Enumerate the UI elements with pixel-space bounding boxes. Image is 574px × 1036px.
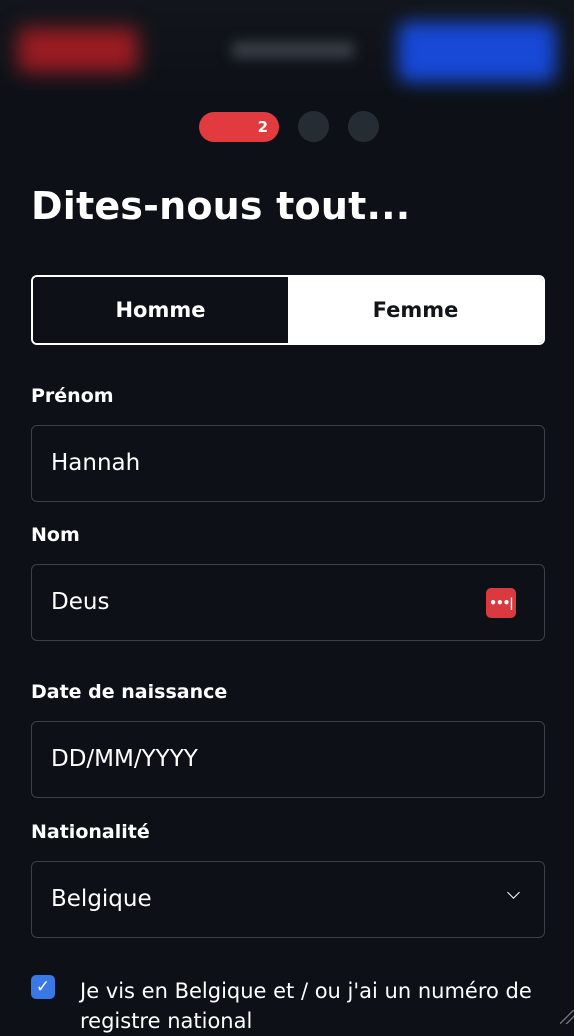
chevron-down-icon <box>507 886 520 899</box>
nationality-label: Nationalité <box>31 821 150 843</box>
step-number: 2 <box>257 117 268 136</box>
step-dot <box>348 111 379 142</box>
gender-option-homme[interactable]: Homme <box>33 277 288 343</box>
step-dot <box>298 111 329 142</box>
password-manager-icon[interactable]: •••| <box>486 588 516 618</box>
gender-toggle: Homme Femme <box>31 275 545 345</box>
last-name-value: Deus <box>51 589 110 615</box>
logo[interactable] <box>18 28 138 72</box>
last-name-label: Nom <box>31 524 80 546</box>
first-name-field[interactable]: Hannah <box>31 425 545 502</box>
header-blurred <box>0 0 574 100</box>
gender-option-femme[interactable]: Femme <box>288 277 543 343</box>
header-cta-button[interactable] <box>398 22 556 82</box>
nationality-select[interactable]: Belgique <box>31 861 545 938</box>
resize-grip-icon[interactable] <box>560 1010 574 1024</box>
step-indicator: 2 <box>199 111 379 142</box>
step-active: 2 <box>199 111 279 142</box>
last-name-field[interactable]: Deus •••| <box>31 564 545 641</box>
residency-checkbox-label[interactable]: Je vis en Belgique et / ou j'ai un numér… <box>80 976 550 1036</box>
first-name-label: Prénom <box>31 385 114 407</box>
page-title: Dites-nous tout... <box>31 184 411 228</box>
residency-checkbox[interactable]: ✓ <box>31 975 55 999</box>
nationality-value: Belgique <box>51 886 152 912</box>
birth-date-label: Date de naissance <box>31 681 228 703</box>
first-name-value: Hannah <box>51 450 141 476</box>
birth-date-field[interactable]: DD/MM/YYYY <box>31 721 545 798</box>
header-link[interactable] <box>232 42 354 58</box>
birth-date-placeholder: DD/MM/YYYY <box>51 746 198 772</box>
